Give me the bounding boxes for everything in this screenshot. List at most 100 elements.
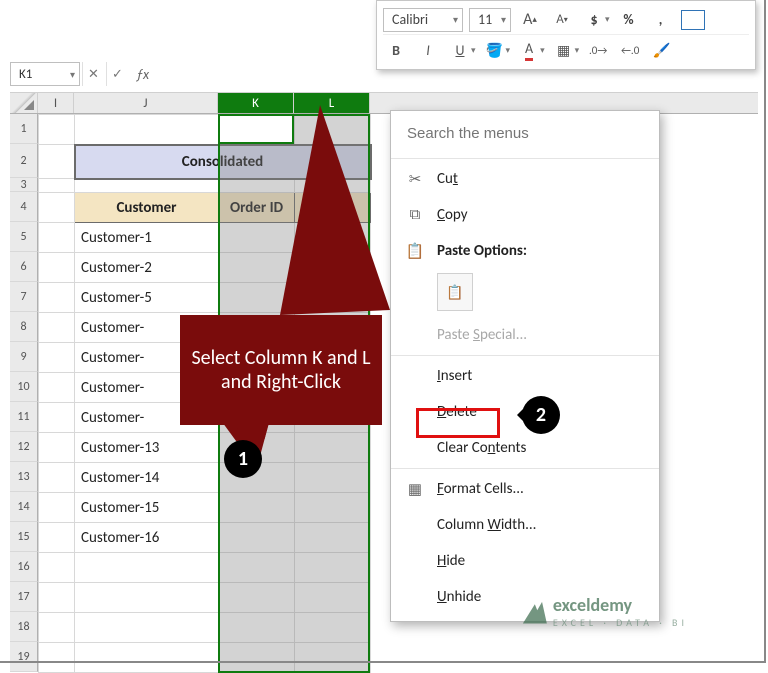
cancel-formula-button[interactable]: ✕	[82, 62, 104, 86]
chevron-down-icon: ▾	[70, 68, 75, 81]
comma-style-button[interactable]: ,	[648, 7, 674, 33]
column-header-I[interactable]: I	[38, 93, 74, 113]
paintbrush-icon: 🖌️	[653, 42, 670, 59]
borders-button[interactable]: ▦	[551, 37, 577, 63]
row-header[interactable]: 10	[10, 372, 38, 402]
format-cells-icon: ▦	[405, 480, 425, 499]
underline-button[interactable]: U	[447, 37, 473, 63]
row-header[interactable]: 2	[10, 144, 38, 178]
menu-hide[interactable]: Hide	[391, 543, 659, 579]
italic-button[interactable]: I	[415, 37, 441, 63]
row-header[interactable]: 5	[10, 222, 38, 252]
context-menu: ✂ Cut ⧉ Copy 📋 Paste Options: 📋 Paste Sp…	[390, 110, 660, 622]
cell-customer[interactable]: Customer-15	[75, 493, 219, 523]
merge-cells-button[interactable]	[680, 7, 706, 33]
font-size-value: 11	[478, 11, 492, 28]
menu-search-input[interactable]	[391, 111, 659, 156]
chevron-down-icon: ▾	[605, 14, 610, 25]
row-header[interactable]: 7	[10, 282, 38, 312]
bold-button[interactable]: B	[383, 37, 409, 63]
merged-title-cell[interactable]: Consolidated	[75, 145, 371, 179]
cell-customer[interactable]: Customer-2	[75, 253, 219, 283]
font-size-select[interactable]: 11 ▾	[469, 8, 511, 32]
paste-option-button[interactable]: 📋	[437, 273, 473, 311]
row-header[interactable]: 3	[10, 178, 38, 192]
row-header[interactable]: 19	[10, 642, 38, 672]
chevron-down-icon: ▾	[471, 45, 476, 56]
column-header-K[interactable]: K	[218, 93, 294, 113]
callout-text: Select Column K and L and Right-Click	[190, 346, 372, 394]
borders-icon: ▦	[557, 42, 570, 59]
cell-customer[interactable]: Customer-16	[75, 523, 219, 553]
decrease-font-icon[interactable]: A▾	[549, 7, 575, 33]
watermark-brand: exceldemy	[553, 594, 632, 616]
watermark: exceldemy EXCEL · DATA · BI	[523, 594, 688, 629]
row-header[interactable]: 9	[10, 342, 38, 372]
font-color-button[interactable]: A	[516, 37, 542, 63]
row-header[interactable]: 4	[10, 192, 38, 222]
step-marker-2: 2	[522, 396, 560, 434]
chevron-down-icon: ▾	[506, 45, 511, 56]
header-product[interactable]: Prod	[295, 193, 371, 223]
menu-paste-options-header: 📋 Paste Options:	[391, 233, 659, 269]
name-box[interactable]: K1 ▾	[10, 62, 80, 86]
percent-button[interactable]: %	[616, 7, 642, 33]
menu-cut[interactable]: ✂ Cut	[391, 161, 659, 197]
increase-font-icon[interactable]: A▴	[517, 7, 543, 33]
mini-toolbar: Calibri ▾ 11 ▾ A▴ A▾ $▾ % , B I U▾ 🪣▾ A▾…	[376, 0, 756, 70]
cell-customer[interactable]: Customer-14	[75, 463, 219, 493]
chevron-down-icon: ▾	[453, 13, 458, 26]
watermark-icon	[523, 600, 547, 624]
menu-clear-contents[interactable]: Clear Contents	[391, 430, 659, 466]
name-box-value: K1	[19, 67, 32, 82]
row-header[interactable]: 16	[10, 552, 38, 582]
clipboard-icon: 📋	[405, 242, 425, 261]
callout-text-box: Select Column K and L and Right-Click	[180, 315, 382, 425]
format-painter-button[interactable]: 🖌️	[649, 37, 675, 63]
header-order-id[interactable]: Order ID	[219, 193, 295, 223]
row-header[interactable]: 8	[10, 312, 38, 342]
row-header[interactable]: 6	[10, 252, 38, 282]
column-header-L[interactable]: L	[294, 93, 370, 113]
cell-customer[interactable]: Customer-5	[75, 283, 219, 313]
cell-customer[interactable]: Customer-13	[75, 433, 219, 463]
menu-paste-special: Paste Special...	[391, 317, 659, 353]
enter-formula-button[interactable]: ✓	[106, 62, 128, 86]
fx-label[interactable]: ƒx	[130, 66, 155, 83]
chevron-down-icon: ▾	[575, 45, 580, 56]
paint-bucket-icon: 🪣	[486, 42, 503, 59]
check-icon: ✓	[112, 67, 123, 82]
row-header[interactable]: 12	[10, 432, 38, 462]
font-name-select[interactable]: Calibri ▾	[383, 8, 463, 32]
row-header[interactable]: 18	[10, 612, 38, 642]
row-headers: 1 2 3 4 5 6 7 8 9 10 11 12 13 14 15 16 1…	[10, 114, 38, 673]
increase-decimal-button[interactable]: .0→	[585, 37, 611, 63]
menu-copy[interactable]: ⧉ Copy	[391, 197, 659, 233]
chevron-down-icon: ▾	[540, 45, 545, 56]
row-header[interactable]: 15	[10, 522, 38, 552]
font-color-icon: A	[525, 40, 533, 61]
watermark-sub: EXCEL · DATA · BI	[553, 616, 688, 629]
row-header[interactable]: 14	[10, 492, 38, 522]
row-header[interactable]: 11	[10, 402, 38, 432]
menu-column-width[interactable]: Column Width...	[391, 507, 659, 543]
header-customer[interactable]: Customer	[75, 193, 219, 223]
menu-insert[interactable]: Insert	[391, 358, 659, 394]
column-header-J[interactable]: J	[74, 93, 218, 113]
menu-format-cells[interactable]: ▦ Format Cells...	[391, 471, 659, 507]
copy-icon: ⧉	[405, 206, 425, 224]
fill-color-button[interactable]: 🪣	[482, 37, 508, 63]
currency-button[interactable]: $	[581, 7, 607, 33]
scissors-icon: ✂	[405, 170, 425, 189]
row-header[interactable]: 1	[10, 114, 38, 144]
decrease-decimal-button[interactable]: ←.0	[617, 37, 643, 63]
select-all-button[interactable]	[10, 93, 38, 113]
paste-icon: 📋	[446, 284, 463, 301]
merge-icon	[681, 10, 705, 30]
x-icon: ✕	[88, 67, 99, 82]
row-header[interactable]: 17	[10, 582, 38, 612]
row-header[interactable]: 13	[10, 462, 38, 492]
cell-customer[interactable]: Customer-1	[75, 223, 219, 253]
chevron-down-icon: ▾	[501, 13, 506, 26]
step-marker-1: 1	[224, 440, 262, 478]
